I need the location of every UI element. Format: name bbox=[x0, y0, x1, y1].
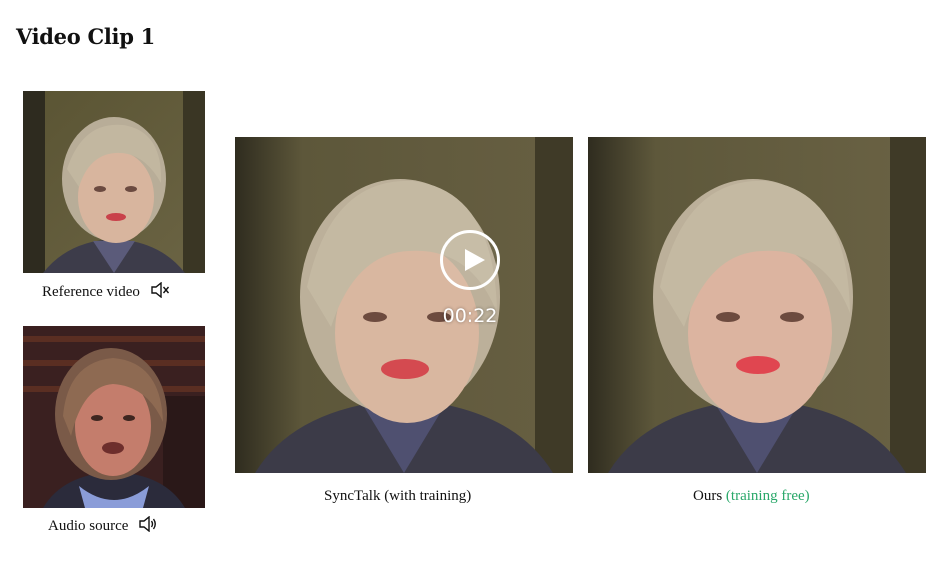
audio-source-label: Audio source bbox=[48, 517, 129, 534]
reference-video-frame bbox=[23, 91, 205, 273]
ours-label: Ours bbox=[693, 488, 723, 504]
speaker-on-icon[interactable] bbox=[138, 515, 158, 537]
training-free-label: (training free) bbox=[725, 488, 810, 504]
video-timestamp: 00:22 bbox=[442, 305, 498, 327]
audio-source-caption: Audio source bbox=[48, 515, 158, 537]
ours-video-frame bbox=[588, 137, 926, 473]
page-title: Video Clip 1 bbox=[16, 24, 155, 49]
synctalk-video-frame bbox=[235, 137, 573, 473]
ours-caption: Ours (training free) bbox=[693, 488, 810, 505]
play-button[interactable] bbox=[440, 230, 500, 290]
reference-video-label: Reference video bbox=[42, 283, 140, 300]
reference-video-caption: Reference video bbox=[42, 281, 170, 303]
audio-source-frame bbox=[23, 326, 205, 508]
synctalk-caption: SyncTalk (with training) bbox=[324, 488, 472, 504]
speaker-muted-icon[interactable] bbox=[150, 281, 170, 303]
